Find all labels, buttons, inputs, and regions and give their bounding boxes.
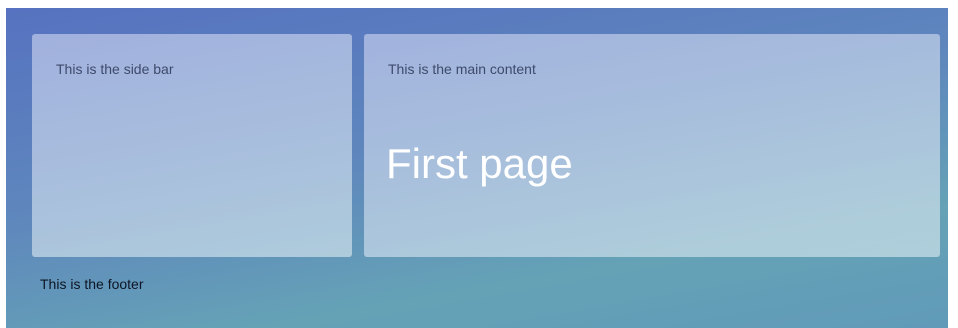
main-content-text: This is the main content <box>388 61 536 77</box>
footer: This is the footer <box>40 276 144 292</box>
sidebar-text: This is the side bar <box>56 61 174 77</box>
sidebar: This is the side bar <box>32 34 352 257</box>
main-content: This is the main content First page <box>364 34 940 257</box>
app-container: This is the side bar This is the main co… <box>6 8 948 328</box>
footer-text: This is the footer <box>40 276 144 292</box>
page-title: First page <box>386 140 573 187</box>
